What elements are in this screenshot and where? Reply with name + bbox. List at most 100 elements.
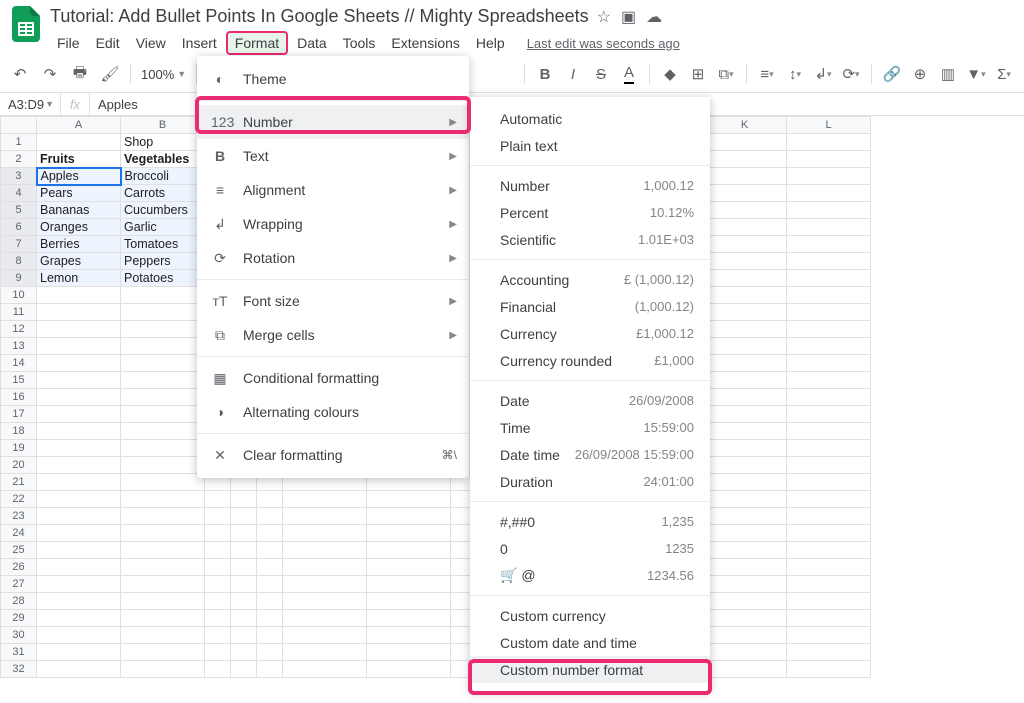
- cell-A9[interactable]: Lemon: [37, 270, 121, 287]
- cell-F25[interactable]: [283, 542, 367, 559]
- cell-L8[interactable]: [787, 253, 871, 270]
- cell-L14[interactable]: [787, 355, 871, 372]
- cloud-icon[interactable]: ☁: [646, 7, 662, 27]
- menu-insert[interactable]: Insert: [175, 32, 224, 54]
- cell-L27[interactable]: [787, 576, 871, 593]
- cell-F24[interactable]: [283, 525, 367, 542]
- menu-tools[interactable]: Tools: [336, 32, 383, 54]
- cell-A27[interactable]: [37, 576, 121, 593]
- cell-A19[interactable]: [37, 440, 121, 457]
- cell-B21[interactable]: [121, 474, 205, 491]
- cell-B28[interactable]: [121, 593, 205, 610]
- cell-L20[interactable]: [787, 457, 871, 474]
- cell-F23[interactable]: [283, 508, 367, 525]
- cell-B12[interactable]: [121, 321, 205, 338]
- cell-B7[interactable]: Tomatoes: [121, 236, 205, 253]
- undo-icon[interactable]: ↶: [10, 64, 30, 84]
- cell-D25[interactable]: [231, 542, 257, 559]
- cell-A14[interactable]: [37, 355, 121, 372]
- textcolor-icon[interactable]: A: [619, 64, 639, 84]
- comment-icon[interactable]: ⊕: [910, 64, 930, 84]
- cell-C30[interactable]: [205, 627, 231, 644]
- cell-K25[interactable]: [703, 542, 787, 559]
- menu-view[interactable]: View: [129, 32, 173, 54]
- cell-B31[interactable]: [121, 644, 205, 661]
- cell-D28[interactable]: [231, 593, 257, 610]
- cell-A15[interactable]: [37, 372, 121, 389]
- cell-B4[interactable]: Carrots: [121, 185, 205, 202]
- cell-C27[interactable]: [205, 576, 231, 593]
- subitem-percent[interactable]: Percent10.12%: [470, 199, 710, 226]
- subitem-hash[interactable]: #,##01,235: [470, 508, 710, 535]
- cell-L7[interactable]: [787, 236, 871, 253]
- menu-format[interactable]: Format: [226, 31, 288, 55]
- cell-L22[interactable]: [787, 491, 871, 508]
- cell-K16[interactable]: [703, 389, 787, 406]
- cell-K9[interactable]: [703, 270, 787, 287]
- cell-K12[interactable]: [703, 321, 787, 338]
- cell-L19[interactable]: [787, 440, 871, 457]
- cell-C32[interactable]: [205, 661, 231, 678]
- chart-icon[interactable]: ▥: [938, 64, 958, 84]
- cell-A10[interactable]: [37, 287, 121, 304]
- cell-L17[interactable]: [787, 406, 871, 423]
- cell-E23[interactable]: [257, 508, 283, 525]
- cell-A32[interactable]: [37, 661, 121, 678]
- cell-A28[interactable]: [37, 593, 121, 610]
- cell-A29[interactable]: [37, 610, 121, 627]
- cell-G24[interactable]: [367, 525, 451, 542]
- menu-extensions[interactable]: Extensions: [384, 32, 466, 54]
- move-icon[interactable]: ▣: [621, 7, 636, 27]
- cell-G27[interactable]: [367, 576, 451, 593]
- zoom-dropdown[interactable]: 100% ▼: [141, 67, 186, 82]
- cell-L2[interactable]: [787, 151, 871, 168]
- cell-A24[interactable]: [37, 525, 121, 542]
- cell-A17[interactable]: [37, 406, 121, 423]
- cell-D30[interactable]: [231, 627, 257, 644]
- cell-K18[interactable]: [703, 423, 787, 440]
- cell-K6[interactable]: [703, 219, 787, 236]
- cell-C31[interactable]: [205, 644, 231, 661]
- cell-L10[interactable]: [787, 287, 871, 304]
- cell-B14[interactable]: [121, 355, 205, 372]
- wrap-icon[interactable]: ↲▾: [813, 64, 833, 84]
- cell-G25[interactable]: [367, 542, 451, 559]
- menu-edit[interactable]: Edit: [89, 32, 127, 54]
- formula-bar[interactable]: Apples: [90, 97, 138, 112]
- cell-K17[interactable]: [703, 406, 787, 423]
- subitem-plaintext[interactable]: Plain text: [470, 132, 710, 159]
- cell-E27[interactable]: [257, 576, 283, 593]
- cell-B9[interactable]: Potatoes: [121, 270, 205, 287]
- subitem-cart[interactable]: 🛒 @1234.56: [470, 562, 710, 589]
- cell-G23[interactable]: [367, 508, 451, 525]
- merge-icon[interactable]: ⧉▾: [716, 64, 736, 84]
- cell-E22[interactable]: [257, 491, 283, 508]
- subitem-financial[interactable]: Financial(1,000.12): [470, 293, 710, 320]
- subitem-date[interactable]: Date26/09/2008: [470, 387, 710, 414]
- cell-A2[interactable]: Fruits: [37, 151, 121, 168]
- cell-L25[interactable]: [787, 542, 871, 559]
- fillcolor-icon[interactable]: ◆: [660, 64, 680, 84]
- cell-B29[interactable]: [121, 610, 205, 627]
- borders-icon[interactable]: ⊞: [688, 64, 708, 84]
- cell-L26[interactable]: [787, 559, 871, 576]
- star-icon[interactable]: ☆: [597, 7, 611, 27]
- cell-K31[interactable]: [703, 644, 787, 661]
- cell-A22[interactable]: [37, 491, 121, 508]
- cell-B24[interactable]: [121, 525, 205, 542]
- cell-K27[interactable]: [703, 576, 787, 593]
- menuitem-mergecells[interactable]: ⧉Merge cells▶: [197, 318, 469, 352]
- subitem-automatic[interactable]: Automatic: [470, 105, 710, 132]
- cell-K4[interactable]: [703, 185, 787, 202]
- cell-L23[interactable]: [787, 508, 871, 525]
- cell-C23[interactable]: [205, 508, 231, 525]
- subitem-datetime[interactable]: Date time26/09/2008 15:59:00: [470, 441, 710, 468]
- cell-K29[interactable]: [703, 610, 787, 627]
- cell-K5[interactable]: [703, 202, 787, 219]
- cell-C22[interactable]: [205, 491, 231, 508]
- cell-B17[interactable]: [121, 406, 205, 423]
- cell-K14[interactable]: [703, 355, 787, 372]
- cell-G32[interactable]: [367, 661, 451, 678]
- cell-B26[interactable]: [121, 559, 205, 576]
- cell-L3[interactable]: [787, 168, 871, 185]
